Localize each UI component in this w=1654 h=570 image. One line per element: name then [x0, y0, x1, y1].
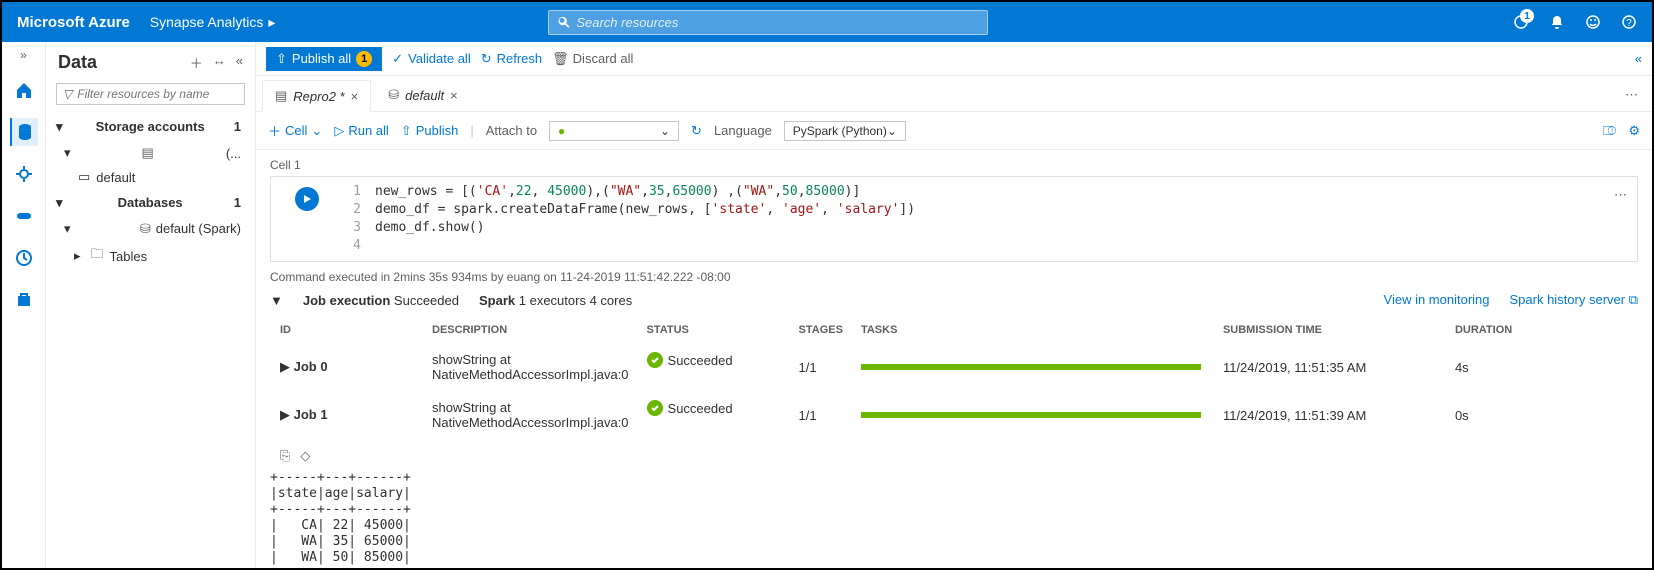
notebook-content: Cell 1 1new_rows = [('CA',22, 45000),("W… — [256, 150, 1652, 568]
sidebar-title: Data — [58, 52, 97, 73]
validate-all-button[interactable]: ✓Validate all — [392, 51, 471, 67]
settings-icon[interactable]: ⚙ — [1628, 123, 1640, 139]
job-table: ID DESCRIPTION STATUS STAGES TASKS SUBMI… — [270, 316, 1638, 440]
code-cell[interactable]: 1new_rows = [('CA',22, 45000),("WA",35,6… — [270, 176, 1638, 262]
publish-all-button[interactable]: ⇧Publish all1 — [266, 47, 382, 71]
global-search-input[interactable] — [576, 15, 979, 30]
service-name[interactable]: Synapse Analytics ▸ — [150, 14, 276, 31]
topbar: Microsoft Azure Synapse Analytics ▸ ? — [2, 2, 1652, 42]
help-icon[interactable]: ? — [1621, 14, 1637, 30]
notifications-icon[interactable] — [1513, 14, 1529, 30]
rail-pipeline-icon[interactable] — [10, 202, 38, 230]
session-refresh-button[interactable]: ↻ — [691, 123, 702, 139]
tab-default[interactable]: ⛁ default × — [375, 79, 471, 111]
tables-folder[interactable]: 🗀Tables — [46, 241, 255, 271]
attach-label: Attach to — [486, 123, 537, 138]
expand-rail-button[interactable]: » — [20, 48, 27, 62]
rail-monitor-icon[interactable] — [10, 244, 38, 272]
rail-manage-icon[interactable] — [10, 286, 38, 314]
copy-output-icon[interactable]: ⎘ — [280, 448, 290, 464]
topbar-icons: ? — [1513, 14, 1637, 30]
storage-accounts-section[interactable]: Storage accounts1 — [46, 113, 255, 141]
storage-container-default[interactable]: ▭default — [46, 165, 255, 189]
notebook-icon: ▤ — [275, 88, 287, 104]
job-row[interactable]: ▶ Job 0 showString at NativeMethodAccess… — [272, 344, 1636, 390]
collapse-sidebar-button[interactable]: « — [236, 53, 243, 72]
bell-icon[interactable] — [1549, 14, 1565, 30]
view-monitoring-link[interactable]: View in monitoring — [1384, 292, 1490, 308]
close-tab-icon[interactable]: × — [351, 89, 359, 104]
database-default-spark[interactable]: ⛁default (Spark) — [46, 217, 255, 241]
add-resource-button[interactable]: ＋ — [190, 53, 203, 72]
cell-label: Cell 1 — [270, 158, 1638, 172]
left-rail: » — [2, 42, 46, 568]
collapse-right-button[interactable]: « — [1635, 51, 1642, 66]
tab-repro2[interactable]: ▤ Repro2 * × — [262, 80, 371, 112]
collapse-job-icon[interactable]: ▼ — [270, 293, 283, 308]
language-select[interactable]: PySpark (Python)⌄ — [784, 121, 906, 141]
cell-output: +-----+---+------+ |state|age|salary| +-… — [270, 470, 1638, 568]
outline-icon[interactable]: ⎄ — [1603, 123, 1617, 139]
clear-output-icon[interactable]: ◇ — [300, 448, 310, 464]
job-execution-summary[interactable]: ▼ Job execution Succeeded Spark 1 execut… — [270, 292, 1638, 308]
filter-input[interactable] — [77, 87, 238, 101]
filter-box[interactable]: ▽ — [56, 83, 245, 105]
expand-job-icon[interactable]: ▶ — [280, 407, 290, 422]
brand[interactable]: Microsoft Azure — [17, 14, 130, 31]
main-toolbar: ⇧Publish all1 ✓Validate all ↻Refresh 🗑Di… — [256, 42, 1652, 76]
execution-metadata: Command executed in 2mins 35s 934ms by e… — [270, 270, 1638, 284]
rail-develop-icon[interactable] — [10, 160, 38, 188]
run-all-button[interactable]: ▷Run all — [334, 123, 388, 139]
rail-home-icon[interactable] — [10, 76, 38, 104]
svg-text:?: ? — [1626, 18, 1632, 29]
success-icon — [647, 352, 663, 368]
publish-notebook-button[interactable]: ⇧Publish — [401, 123, 459, 139]
run-cell-button[interactable] — [295, 187, 319, 211]
sidebar: Data ＋ ↔ « ▽ Storage accounts1 ▤(... ▭de… — [46, 42, 256, 568]
refresh-button[interactable]: ↻Refresh — [481, 51, 542, 67]
language-label: Language — [714, 123, 772, 138]
task-progress — [861, 364, 1201, 370]
databases-section[interactable]: Databases1 — [46, 189, 255, 217]
main-pane: ⇧Publish all1 ✓Validate all ↻Refresh 🗑Di… — [256, 42, 1652, 568]
filter-icon: ▽ — [63, 87, 72, 101]
add-cell-button[interactable]: ＋Cell⌄ — [268, 121, 322, 140]
output-actions: ⎘ ◇ — [280, 448, 1638, 464]
rail-data-icon[interactable] — [10, 118, 38, 146]
tab-overflow-button[interactable]: ⋯ — [1611, 79, 1652, 111]
editor-tabs: ▤ Repro2 * × ⛁ default × ⋯ — [256, 76, 1652, 112]
storage-account-item[interactable]: ▤(... — [46, 141, 255, 165]
expand-job-icon[interactable]: ▶ — [280, 359, 290, 374]
job-row[interactable]: ▶ Job 1 showString at NativeMethodAccess… — [272, 392, 1636, 438]
code-editor[interactable]: 1new_rows = [('CA',22, 45000),("WA",35,6… — [337, 183, 1610, 255]
refresh-resources-button[interactable]: ↔ — [213, 53, 226, 72]
spark-history-link[interactable]: Spark history server ⧉ — [1510, 292, 1639, 308]
database-icon: ⛁ — [388, 87, 399, 103]
discard-all-button[interactable]: 🗑Discard all — [552, 51, 633, 67]
cell-menu-button[interactable]: ⋯ — [1610, 183, 1631, 255]
close-tab-icon[interactable]: × — [450, 88, 458, 103]
notebook-toolbar: ＋Cell⌄ ▷Run all ⇧Publish | Attach to ●⌄ … — [256, 112, 1652, 150]
feedback-icon[interactable] — [1585, 14, 1601, 30]
success-icon — [647, 400, 663, 416]
attach-select[interactable]: ●⌄ — [549, 121, 679, 141]
task-progress — [861, 412, 1201, 418]
global-search[interactable] — [548, 10, 988, 35]
